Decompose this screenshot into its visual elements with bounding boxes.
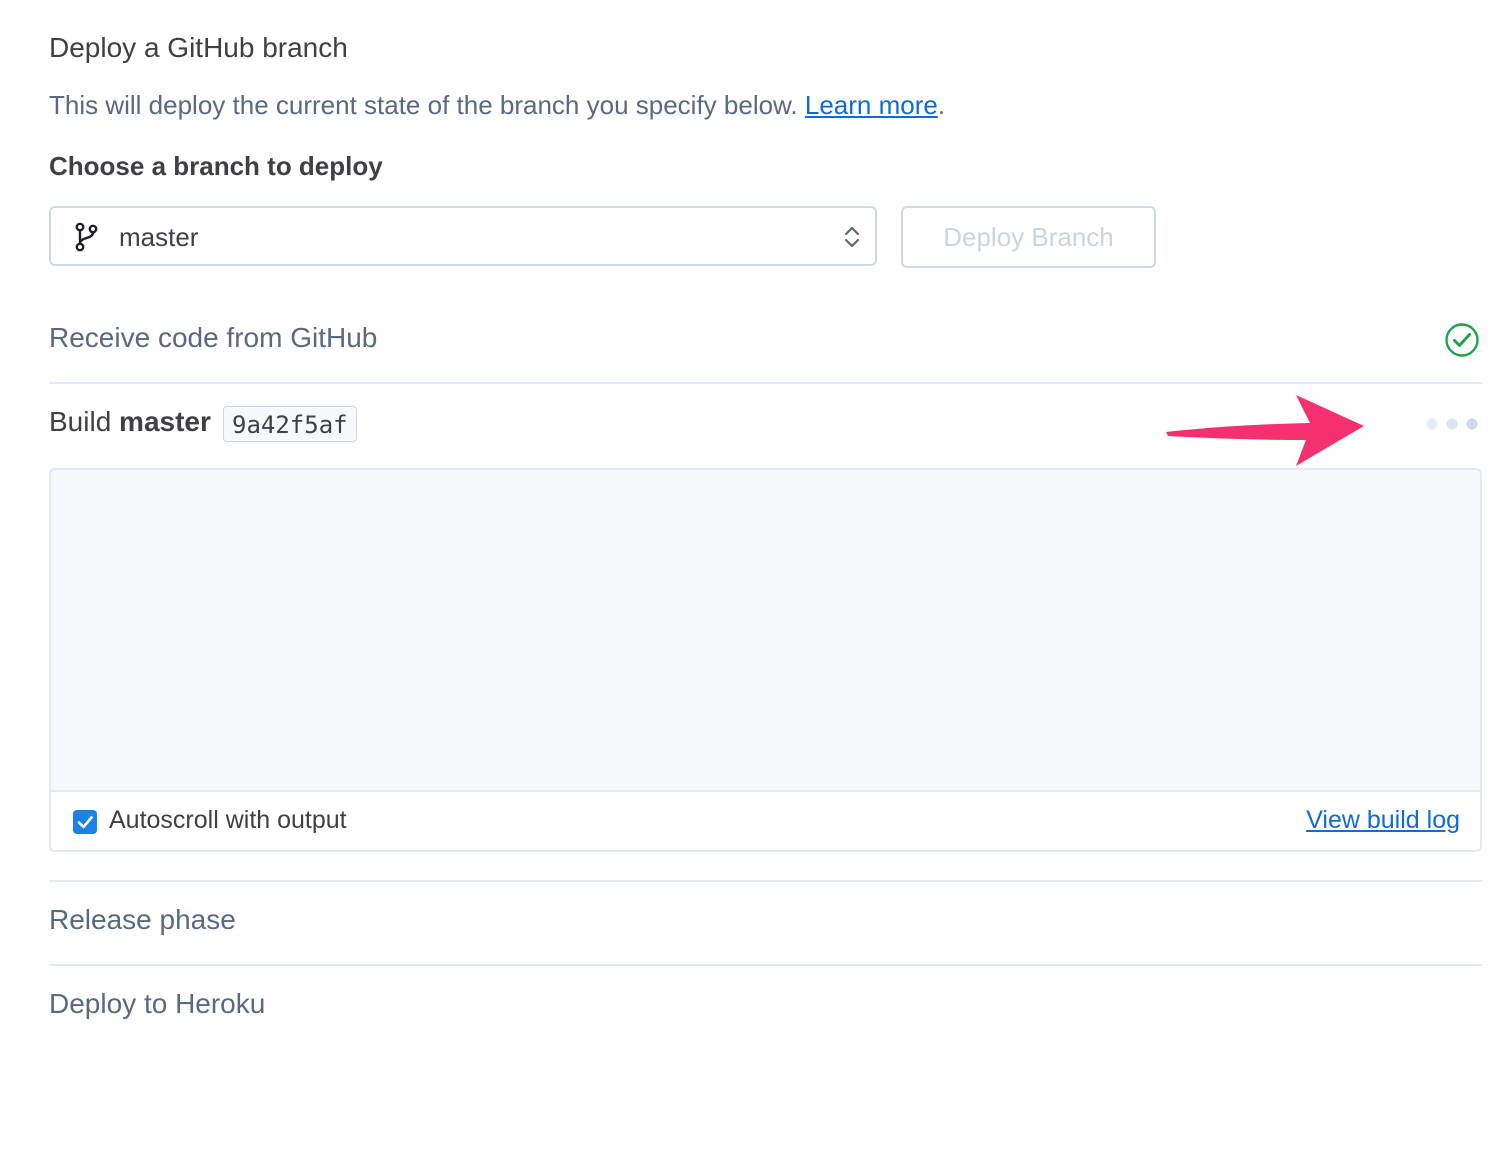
deploy-description: This will deploy the current state of th…	[49, 90, 945, 121]
commit-hash-badge: 9a42f5af	[223, 406, 357, 442]
step-deploy-heroku: Deploy to Heroku	[49, 988, 266, 1019]
step-divider	[49, 964, 1482, 966]
build-branch: master	[119, 406, 211, 437]
deploy-page: Deploy a GitHub branch This will deploy …	[0, 0, 1508, 1154]
check-circle-icon	[1445, 323, 1479, 357]
description-period: .	[937, 90, 946, 120]
build-log-panel: Autoscroll with output View build log	[49, 468, 1482, 852]
step-receive-code: Receive code from GitHub	[49, 322, 378, 353]
loading-dots-icon	[1426, 418, 1478, 430]
annotation-arrow-icon	[1166, 395, 1364, 466]
view-build-log-link[interactable]: View build log	[1306, 806, 1460, 835]
git-branch-icon	[75, 222, 98, 252]
deploy-branch-button[interactable]: Deploy Branch	[901, 206, 1156, 268]
branch-picker-label: Choose a branch to deploy	[49, 151, 383, 181]
step-divider	[49, 880, 1482, 882]
learn-more-link[interactable]: Learn more	[805, 90, 938, 120]
step-divider	[49, 382, 1482, 384]
branch-select[interactable]: master	[49, 206, 877, 266]
description-text: This will deploy the current state of th…	[49, 90, 798, 120]
section-title: Deploy a GitHub branch	[49, 32, 348, 63]
step-build-title: Build master	[49, 406, 211, 438]
branch-select-value: master	[119, 222, 199, 252]
select-caret-icon	[844, 226, 860, 248]
step-release-phase: Release phase	[49, 904, 236, 935]
build-log-footer: Autoscroll with output View build log	[51, 792, 1480, 850]
autoscroll-checkbox[interactable]	[73, 810, 97, 834]
autoscroll-label[interactable]: Autoscroll with output	[109, 806, 347, 835]
build-prefix: Build	[49, 406, 112, 437]
build-log-output[interactable]	[51, 470, 1480, 792]
